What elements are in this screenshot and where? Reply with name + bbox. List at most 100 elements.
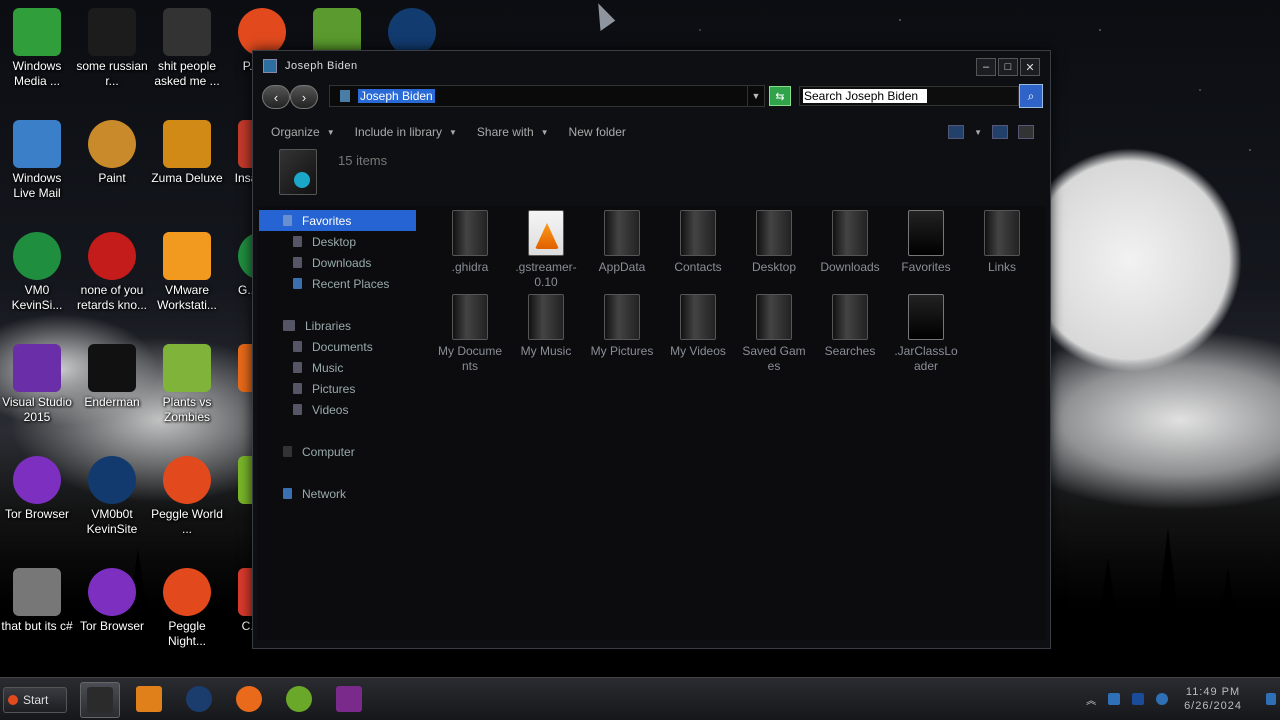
include-in-library-button[interactable]: Include in library ▼: [355, 125, 457, 139]
show-hidden-icons-icon[interactable]: ︽: [1086, 692, 1096, 707]
desktop-shortcut[interactable]: Enderman: [75, 344, 149, 410]
desktop-shortcut[interactable]: Peggle World ...: [150, 456, 224, 537]
nav-documents[interactable]: Documents: [259, 336, 416, 357]
desktop-shortcut[interactable]: Zuma Deluxe: [150, 120, 224, 186]
refresh-icon: ⇆: [775, 90, 785, 103]
nav-favorites[interactable]: Favorites: [259, 210, 416, 231]
share-with-button[interactable]: Share with ▼: [477, 125, 549, 139]
desktop-shortcut-label: some russian r...: [76, 59, 148, 88]
folder-item[interactable]: My Pictures: [587, 294, 657, 359]
nav-music[interactable]: Music: [259, 357, 416, 378]
nav-downloads[interactable]: Downloads: [259, 252, 416, 273]
desktop-shortcut[interactable]: Windows Live Mail: [0, 120, 74, 201]
taskbar-app-button[interactable]: [230, 682, 268, 716]
address-bar[interactable]: Joseph Biden ▼: [329, 85, 765, 107]
folder-item[interactable]: Desktop: [739, 210, 809, 275]
close-button[interactable]: ✕: [1020, 58, 1040, 76]
organize-button[interactable]: Organize ▼: [271, 125, 335, 139]
folder-item[interactable]: Searches: [815, 294, 885, 359]
nav-libraries[interactable]: Libraries: [259, 315, 416, 336]
desktop-shortcut[interactable]: Windows Media ...: [0, 8, 74, 89]
desktop-shortcut[interactable]: Tor Browser: [75, 568, 149, 634]
folder-item[interactable]: My Documents: [435, 294, 505, 374]
folder-item[interactable]: .JarClassLoader: [891, 294, 961, 374]
info-header: 15 items: [253, 147, 1050, 203]
desktop-shortcut[interactable]: none of you retards kno...: [75, 232, 149, 313]
music-icon: [293, 362, 302, 373]
network-tray-icon[interactable]: [1132, 693, 1145, 705]
search-icon: ⌕: [1027, 88, 1035, 103]
taskbar-app-button[interactable]: [180, 682, 218, 716]
refresh-button[interactable]: ⇆: [769, 86, 791, 106]
desktop-shortcut[interactable]: some russian r...: [75, 8, 149, 89]
desktop-shortcut[interactable]: Tor Browser: [0, 456, 74, 522]
cone-icon: [535, 223, 559, 249]
folder-item[interactable]: Saved Games: [739, 294, 809, 374]
tray-app-icon[interactable]: [1108, 693, 1121, 705]
wallpaper-tree: [1210, 568, 1246, 678]
preview-pane-icon[interactable]: [992, 125, 1008, 139]
folder-item[interactable]: Favorites: [891, 210, 961, 275]
show-desktop-icon[interactable]: [1266, 693, 1276, 705]
desktop-shortcut[interactable]: that but its c#: [0, 568, 74, 634]
navigation-pane: Favorites Desktop Downloads Recent Place…: [259, 210, 416, 504]
desktop-shortcut[interactable]: shit people asked me ...: [150, 8, 224, 89]
folder-item-label: Contacts: [674, 260, 722, 274]
folder-icon: [604, 210, 640, 256]
search-input[interactable]: [803, 89, 927, 103]
nav-pictures[interactable]: Pictures: [259, 378, 416, 399]
folder-item-label: .ghidra: [451, 260, 489, 274]
chevron-down-icon[interactable]: ▼: [974, 128, 982, 137]
chevron-down-icon[interactable]: ▼: [747, 86, 764, 106]
paint-icon: [88, 120, 136, 168]
window-titlebar[interactable]: Joseph Biden – □ ✕: [253, 51, 1050, 81]
folder-item[interactable]: .ghidra: [435, 210, 505, 275]
folder-item[interactable]: My Videos: [663, 294, 733, 359]
forward-button[interactable]: ›: [290, 85, 318, 109]
minimize-button[interactable]: –: [976, 58, 996, 76]
help-icon[interactable]: [1018, 125, 1034, 139]
visual-studio-icon: [13, 344, 61, 392]
nav-videos[interactable]: Videos: [259, 399, 416, 420]
desktop-shortcut[interactable]: VM0b0t KevinSite: [75, 456, 149, 537]
taskbar-app-button[interactable]: [330, 682, 368, 716]
chevron-down-icon: ▼: [540, 127, 549, 137]
nav-computer[interactable]: Computer: [259, 441, 416, 462]
desktop-shortcut[interactable]: VM0 KevinSi...: [0, 232, 74, 313]
folder-item[interactable]: My Music: [511, 294, 581, 359]
desktop-shortcut[interactable]: VMware Workstati...: [150, 232, 224, 313]
pictures-icon: [293, 383, 302, 394]
nav-network[interactable]: Network: [259, 483, 416, 504]
folder-icon: [984, 210, 1020, 256]
folder-item[interactable]: AppData: [587, 210, 657, 275]
folder-item[interactable]: Links: [967, 210, 1037, 275]
start-button[interactable]: Start: [3, 687, 67, 713]
nav-recent-places[interactable]: Recent Places: [259, 273, 416, 294]
folder-item[interactable]: Contacts: [663, 210, 733, 275]
folder-item[interactable]: Downloads: [815, 210, 885, 275]
taskbar-app-button[interactable]: [280, 682, 318, 716]
taskbar-app-button[interactable]: [130, 682, 168, 716]
view-options-icon[interactable]: [948, 125, 965, 139]
box-game-icon: [313, 8, 361, 56]
folder-item-label: My Videos: [670, 344, 726, 358]
new-folder-button[interactable]: New folder: [569, 125, 626, 139]
search-button[interactable]: ⌕: [1019, 84, 1043, 108]
command-bar: Organize ▼ Include in library ▼ Share with…: [253, 117, 1050, 147]
after-effects-icon: [88, 8, 136, 56]
nav-desktop[interactable]: Desktop: [259, 231, 416, 252]
desktop-shortcut[interactable]: Paint: [75, 120, 149, 186]
folder-item[interactable]: .gstreamer-0.10: [511, 210, 581, 290]
maximize-button[interactable]: □: [998, 58, 1018, 76]
vlc-cone-icon: [528, 210, 564, 256]
desktop-shortcut-label: VM0 KevinSi...: [11, 283, 63, 312]
desktop-shortcut-label: VM0b0t KevinSite: [86, 507, 138, 536]
back-button[interactable]: ‹: [262, 85, 290, 109]
volume-icon[interactable]: [1156, 693, 1169, 705]
desktop-shortcut[interactable]: Peggle Night...: [150, 568, 224, 649]
folder-icon: [908, 210, 944, 256]
desktop-shortcut[interactable]: Plants vs Zombies: [150, 344, 224, 425]
desktop-shortcut[interactable]: Visual Studio 2015: [0, 344, 74, 425]
taskbar-app-button[interactable]: [80, 682, 120, 718]
clock[interactable]: 11:49 PM 6/26/2024: [1184, 685, 1242, 713]
